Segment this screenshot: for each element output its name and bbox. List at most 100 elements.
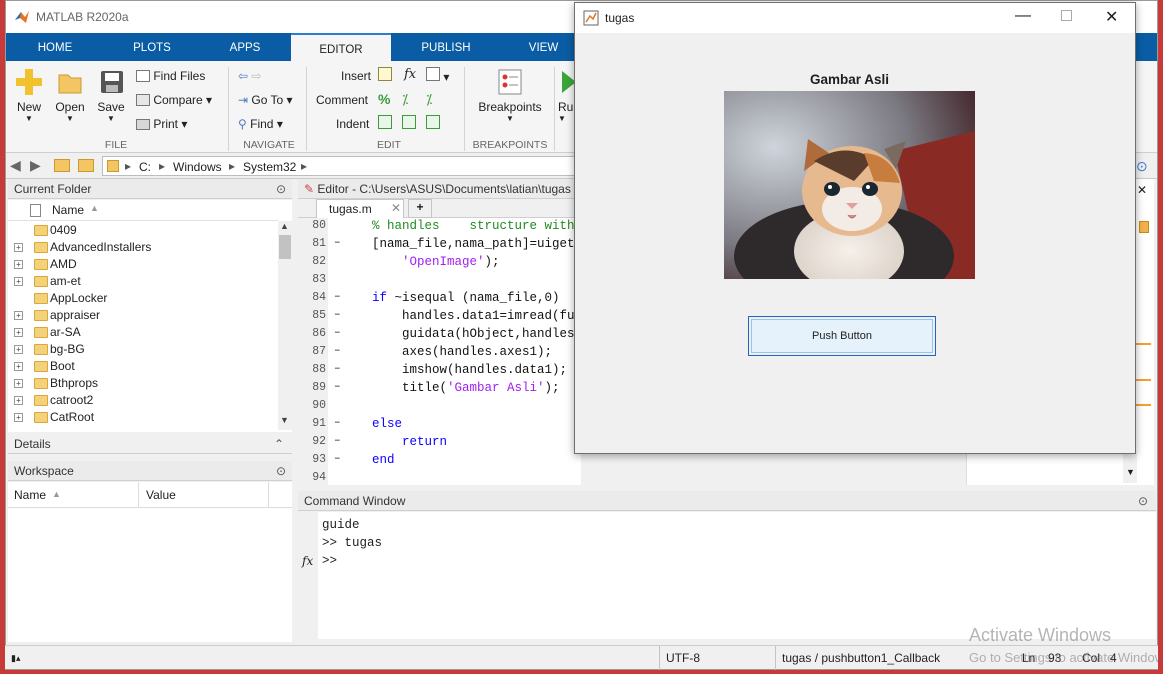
compare-button[interactable]: Compare ▾ [136, 93, 212, 107]
path-drive[interactable]: C: [139, 160, 151, 174]
editor-tab-tugas[interactable]: tugas.m ✕ [316, 199, 404, 218]
breakpoints-button[interactable]: Breakpoints ▼ [470, 67, 550, 123]
open-button[interactable]: Open ▼ [52, 67, 88, 123]
breakpoint-dash[interactable]: – [334, 327, 341, 339]
expand-icon[interactable]: + [14, 311, 23, 320]
expand-icon[interactable]: + [14, 362, 23, 371]
breakpoint-dash[interactable]: – [334, 291, 341, 303]
tab-close-icon[interactable]: ✕ [391, 201, 401, 215]
expand-icon[interactable]: + [14, 413, 23, 422]
folder-item[interactable]: + bg-BG [14, 341, 274, 358]
comment-button[interactable]: Comment [316, 93, 368, 107]
status-menu[interactable]: ▮▴ [5, 646, 35, 670]
cw-line: guide [322, 518, 360, 532]
search-docs-icon[interactable]: ⊙ [1134, 154, 1154, 178]
expand-icon[interactable]: + [14, 396, 23, 405]
tab-apps[interactable]: APPS [214, 33, 276, 61]
nav-arrows[interactable]: ⇦ ⇨ [238, 69, 261, 83]
insert-function-icon[interactable]: ▾ [426, 67, 449, 84]
insert-button[interactable]: Insert [341, 69, 371, 83]
minimize-icon[interactable]: — [1015, 7, 1031, 25]
comment-percent-icon[interactable]: % [378, 91, 390, 107]
wrap-comment-icon[interactable]: ⁒ [426, 91, 432, 108]
warning-marker[interactable] [1135, 379, 1151, 381]
maximize-icon[interactable] [1061, 10, 1072, 21]
ws-name-column[interactable]: Name [14, 488, 46, 502]
folder-item[interactable]: AppLocker [14, 290, 274, 307]
code-editor[interactable]: 80% handles structure with 81– [nama_file,… [306, 218, 581, 485]
tab-view[interactable]: VIEW [511, 33, 576, 61]
go-to-button[interactable]: ⇥ Go To ▾ [238, 93, 293, 107]
insert-section-icon[interactable] [378, 67, 392, 84]
cw-menu-icon[interactable]: ⊙ [1138, 491, 1148, 511]
expand-icon[interactable]: + [14, 328, 23, 337]
breakpoint-dash[interactable]: – [334, 417, 341, 429]
fx-button[interactable]: fx [404, 67, 416, 82]
details-header[interactable]: Details ⌃ [8, 434, 292, 454]
decrease-indent-icon[interactable] [426, 115, 440, 132]
tab-publish[interactable]: PUBLISH [411, 33, 481, 61]
breakpoint-dash[interactable]: – [334, 345, 341, 357]
folder-item[interactable]: + AMD [14, 256, 274, 273]
folder-item[interactable]: + catroot2 [14, 392, 274, 409]
path-windows[interactable]: Windows [173, 160, 222, 174]
expand-icon[interactable]: + [14, 379, 23, 388]
folder-item[interactable]: 0409 [14, 222, 274, 239]
panel-menu-icon[interactable]: ⊙ [276, 179, 286, 199]
scroll-thumb[interactable] [279, 235, 291, 259]
editor-scrollbar[interactable]: ▼ [1123, 451, 1137, 483]
folder-column-header[interactable]: Name ▲ [8, 200, 278, 221]
tab-editor[interactable]: EDITOR [291, 33, 391, 61]
ws-value-column[interactable]: Value [146, 488, 176, 502]
tab-home[interactable]: HOME [24, 33, 86, 61]
folder-item[interactable]: + Boot [14, 358, 274, 375]
find-button[interactable]: ⚲ Find ▾ [238, 117, 283, 131]
find-files-button[interactable]: Find Files [136, 69, 205, 83]
expand-icon[interactable]: + [14, 277, 23, 286]
back-icon[interactable]: ◀ [10, 157, 21, 174]
workspace-menu-icon[interactable]: ⊙ [276, 461, 286, 481]
breakpoint-dash[interactable]: – [334, 237, 341, 249]
path-field[interactable]: ▸ C: ▸ Windows ▸ System32 ▸ [102, 156, 580, 176]
activate-windows-subtitle: Go to Settings to activate Windows. [969, 650, 1159, 665]
new-tab-plus-icon[interactable]: + [408, 199, 432, 218]
command-window[interactable]: guide >> tugas fx >> [298, 512, 1156, 639]
expand-icon[interactable]: + [14, 243, 23, 252]
expand-icon[interactable]: + [14, 345, 23, 354]
breakpoint-dash[interactable]: – [334, 309, 341, 321]
tab-plots[interactable]: PLOTS [116, 33, 188, 61]
cw-prompt[interactable]: >> [322, 554, 337, 568]
forward-icon[interactable]: ▶ [30, 157, 41, 174]
breakpoint-dash[interactable]: – [334, 453, 341, 465]
close-icon[interactable]: ✕ [1105, 7, 1118, 27]
close-editor-icon[interactable]: ✕ [1137, 183, 1147, 197]
increase-indent-icon[interactable] [402, 115, 416, 132]
folder-item[interactable]: + Bthprops [14, 375, 274, 392]
warning-marker[interactable] [1135, 343, 1151, 345]
find-files-icon [136, 70, 150, 82]
warning-marker[interactable] [1135, 404, 1151, 406]
up-folder-icon[interactable] [54, 159, 70, 172]
figure-icon [583, 10, 599, 26]
new-button[interactable]: New ▼ [12, 67, 46, 123]
folder-scrollbar[interactable]: ▲ ▼ [278, 221, 292, 430]
breakpoint-dash[interactable]: – [334, 363, 341, 375]
folder-item[interactable]: + appraiser [14, 307, 274, 324]
indent-button[interactable]: Indent [336, 117, 369, 131]
folder-item[interactable]: + CatRoot [14, 409, 274, 426]
uncomment-icon[interactable]: ⁒ [402, 91, 408, 108]
path-system32[interactable]: System32 [243, 160, 296, 174]
browse-folder-icon[interactable] [78, 159, 94, 172]
breakpoint-dash[interactable]: – [334, 381, 341, 393]
smart-indent-icon[interactable] [378, 115, 392, 132]
fx-prompt-icon[interactable]: fx [302, 554, 313, 568]
save-button[interactable]: Save ▼ [94, 67, 128, 123]
folder-item[interactable]: + AdvancedInstallers [14, 239, 274, 256]
push-button[interactable]: Push Button [748, 316, 936, 356]
expand-icon[interactable]: + [14, 260, 23, 269]
breakpoint-dash[interactable]: – [334, 435, 341, 447]
print-button[interactable]: Print ▾ [136, 117, 187, 131]
folder-item[interactable]: + am-et [14, 273, 274, 290]
folder-item[interactable]: + ar-SA [14, 324, 274, 341]
collapse-icon[interactable]: ⌃ [274, 434, 284, 454]
